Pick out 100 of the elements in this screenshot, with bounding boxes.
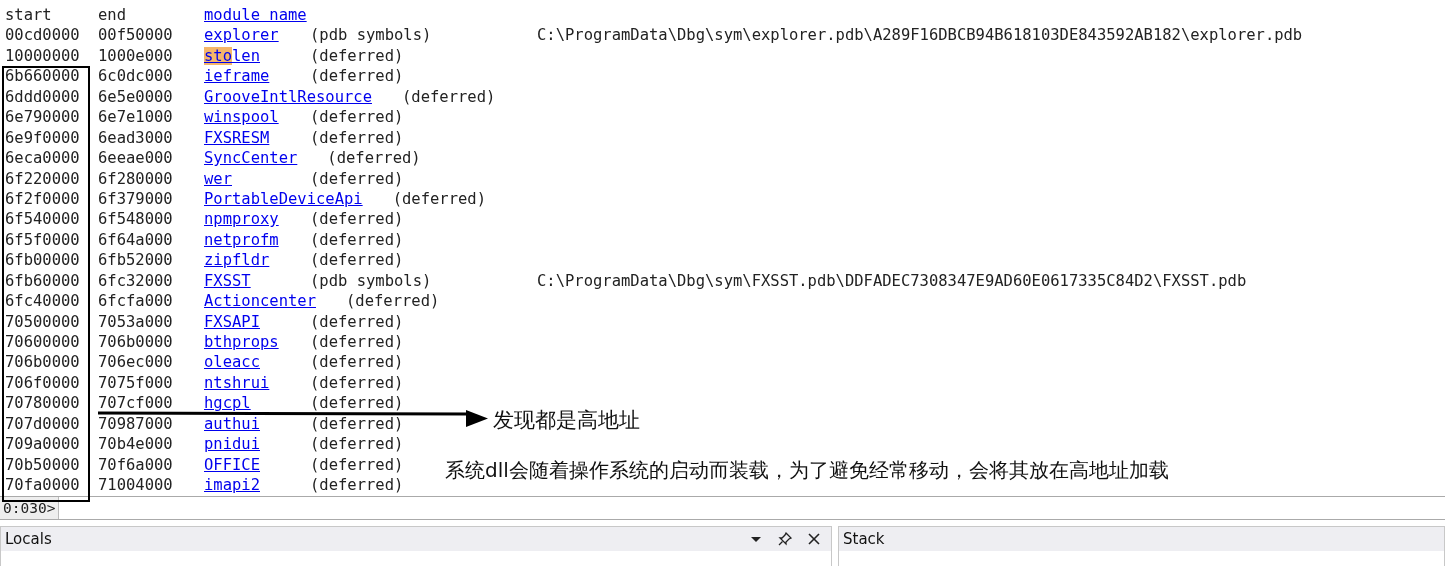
start-address: 707d0000	[5, 413, 81, 435]
module-link[interactable]: FXSAPI	[204, 311, 280, 332]
end-address: 706ec000	[98, 352, 174, 373]
start-address: 6fb60000	[5, 270, 81, 292]
start-address: 70fa0000	[5, 475, 81, 496]
symbol-status: (deferred)	[310, 373, 404, 392]
symbol-status: (deferred)	[310, 128, 404, 147]
start-address: 6f5f0000	[5, 229, 81, 251]
start-address: 6e9f0000	[5, 127, 81, 149]
module-link[interactable]: ntshrui	[204, 372, 280, 394]
symbol-path: C:\ProgramData\Dbg\sym\FXSST.pdb\DDFADEC7308347E9AD60E0617335C84D2\FXSST.pdb	[537, 270, 1247, 292]
column-header: end	[98, 5, 127, 26]
module-link[interactable]: SyncCenter	[204, 148, 298, 169]
end-address: 706b0000	[98, 332, 174, 353]
module-link[interactable]: FXSRESM	[204, 127, 280, 149]
start-address: 70500000	[5, 311, 81, 332]
end-address: 6fcfa000	[98, 291, 174, 312]
start-address: 70780000	[5, 393, 81, 414]
start-address: 709a0000	[5, 434, 81, 455]
module-link[interactable]: FXSST	[204, 270, 280, 292]
module-link[interactable]: npmproxy	[204, 209, 280, 230]
end-address: 00f50000	[98, 25, 174, 46]
symbol-status: (deferred)	[392, 189, 486, 208]
module-link[interactable]: Actioncenter	[204, 291, 316, 312]
end-address: 6f379000	[98, 188, 174, 210]
start-address: 6ddd0000	[5, 86, 81, 108]
end-address: 6e7e1000	[98, 107, 174, 128]
end-address: 6e5e0000	[98, 86, 174, 108]
symbol-status: (deferred)	[402, 87, 496, 106]
symbol-status: (deferred)	[310, 394, 404, 413]
symbol-status: (deferred)	[310, 414, 404, 433]
start-address: 6b660000	[5, 66, 81, 87]
symbol-status: (deferred)	[310, 312, 404, 331]
module-link[interactable]: PortableDeviceApi	[204, 188, 363, 210]
symbol-status: (deferred)	[346, 292, 440, 311]
close-icon[interactable]	[807, 532, 821, 546]
start-address: 6eca0000	[5, 148, 81, 169]
end-address: 6f280000	[98, 168, 174, 189]
module-link[interactable]: stolen	[204, 45, 280, 67]
panel-title: Locals	[5, 530, 53, 548]
symbol-status: (pdb symbols)	[310, 26, 432, 45]
module-link[interactable]: OFFICE	[204, 454, 280, 476]
symbol-status: (deferred)	[310, 210, 404, 229]
start-address: 70600000	[5, 332, 81, 353]
module-link[interactable]: zipfldr	[204, 250, 280, 271]
column-header: start	[5, 5, 53, 26]
symbol-status: (deferred)	[310, 455, 404, 474]
module-link[interactable]: hgcpl	[204, 393, 280, 414]
end-address: 71004000	[98, 475, 174, 496]
start-address: 6f540000	[5, 209, 81, 230]
start-address: 6f220000	[5, 168, 81, 189]
symbol-status: (deferred)	[310, 476, 404, 495]
start-address: 00cd0000	[5, 25, 81, 46]
annotation-note: 系统dll会随着操作系统的启动而装载，为了避免经常移动，会将其放在高地址加载	[445, 457, 1169, 484]
column-header-link[interactable]: module name	[204, 5, 307, 26]
end-address: 6ead3000	[98, 127, 174, 149]
end-address: 7075f000	[98, 372, 174, 394]
start-address: 706f0000	[5, 372, 81, 394]
start-address: 70b50000	[5, 454, 81, 476]
annotation-label: 发现都是高地址	[493, 407, 640, 434]
end-address: 6eeae000	[98, 148, 174, 169]
symbol-status: (deferred)	[310, 353, 404, 372]
start-address: 6fc40000	[5, 291, 81, 312]
end-address: 6fb52000	[98, 250, 174, 271]
module-link[interactable]: pnidui	[204, 434, 280, 455]
module-link[interactable]: explorer	[204, 25, 280, 46]
end-address: 1000e000	[98, 45, 174, 67]
module-link[interactable]: authui	[204, 413, 280, 435]
symbol-status: (deferred)	[327, 149, 421, 168]
end-address: 6fc32000	[98, 270, 174, 292]
module-link[interactable]: wer	[204, 168, 280, 189]
start-address: 6fb00000	[5, 250, 81, 271]
symbol-status: (deferred)	[310, 435, 404, 454]
command-prompt: 0:030>	[0, 497, 60, 519]
module-link[interactable]: winspool	[204, 107, 280, 128]
end-address: 70b4e000	[98, 434, 174, 455]
module-link[interactable]: GrooveIntlResource	[204, 86, 372, 108]
symbol-status: (deferred)	[310, 46, 404, 65]
symbol-status: (pdb symbols)	[310, 271, 432, 290]
symbol-status: (deferred)	[310, 333, 404, 351]
module-link[interactable]: oleacc	[204, 352, 280, 373]
module-link[interactable]: bthprops	[204, 332, 280, 353]
start-address: 10000000	[5, 45, 81, 67]
start-address: 6f2f0000	[5, 188, 81, 210]
module-link[interactable]: imapi2	[204, 475, 280, 496]
symbol-status: (deferred)	[310, 230, 404, 249]
symbol-status: (deferred)	[310, 108, 404, 127]
end-address: 707cf000	[98, 393, 174, 414]
start-address: 706b0000	[5, 352, 81, 373]
symbol-status: (deferred)	[310, 251, 404, 270]
pin-icon[interactable]	[777, 531, 793, 547]
end-address: 7053a000	[98, 311, 174, 332]
end-address: 70f6a000	[98, 454, 174, 476]
start-address: 6e790000	[5, 107, 81, 128]
symbol-path: C:\ProgramData\Dbg\sym\explorer.pdb\A289F16DBCB94B618103DE843592AB182\explorer.pdb	[537, 25, 1303, 46]
symbol-status: (deferred)	[310, 169, 404, 188]
module-link[interactable]: ieframe	[204, 66, 280, 87]
module-link[interactable]: netprofm	[204, 229, 280, 251]
end-address: 6f64a000	[98, 229, 174, 251]
end-address: 70987000	[98, 413, 174, 435]
